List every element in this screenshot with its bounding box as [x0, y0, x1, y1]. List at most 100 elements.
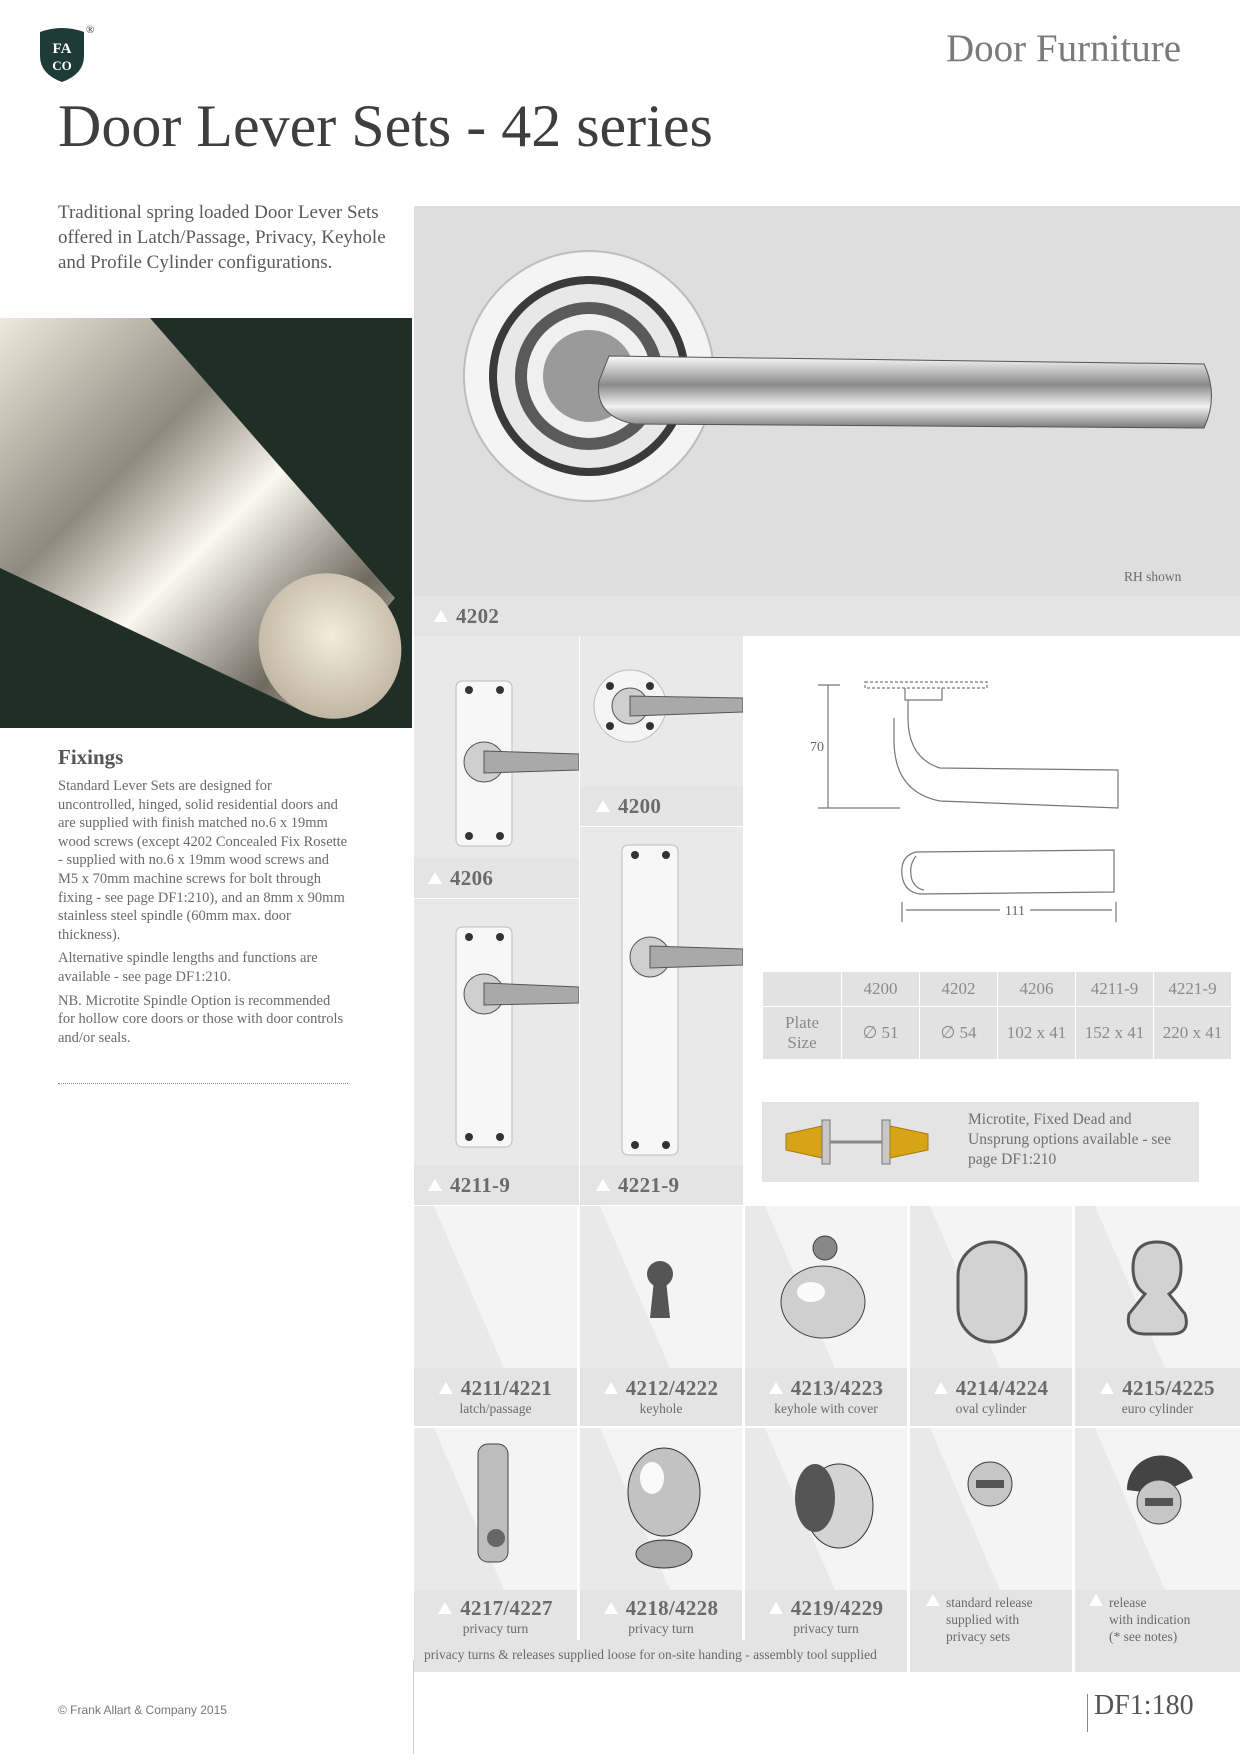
function-4217-4227: 4217/4227 privacy turn — [414, 1428, 577, 1672]
triangle-icon — [603, 1382, 618, 1394]
spec-value-4221-9: 220 x 41 — [1153, 1006, 1232, 1060]
height-dimension-label: 70 — [810, 740, 824, 755]
intro-text: Traditional spring loaded Door Lever Set… — [58, 202, 386, 273]
spec-corner-cell — [762, 971, 842, 1007]
triangle-icon — [1089, 1594, 1103, 1606]
spec-header-4202: 4202 — [919, 971, 998, 1007]
spindle-icon — [785, 1119, 929, 1165]
registered-mark: ® — [86, 24, 95, 36]
bottom-note: privacy turns & releases supplied loose … — [424, 1647, 877, 1662]
product-4221-9-image: 4221-9 — [580, 827, 743, 1205]
function-label: euro cylinder — [1121, 1401, 1194, 1416]
triangle-icon — [438, 1382, 453, 1394]
rh-shown-note: RH shown — [1124, 569, 1182, 584]
logo-line1: FA — [53, 41, 72, 57]
triangle-icon — [603, 1602, 618, 1614]
function-code: 4215/4225 — [1122, 1376, 1215, 1400]
function-4213-4223: 4213/4223 keyhole with cover — [745, 1206, 907, 1426]
fixings-body: Standard Lever Sets are designed for unc… — [58, 777, 350, 1052]
triangle-icon — [933, 1382, 948, 1394]
fixings-title: Fixings — [58, 745, 124, 769]
fixings-paragraph-2: Alternative spindle lengths and function… — [58, 950, 318, 985]
product-code-4206: 4206 — [428, 866, 493, 891]
fixings-paragraph-3: NB. Microtite Spindle Option is recommen… — [58, 992, 344, 1046]
product-4211-9-image: 4211-9 — [414, 899, 579, 1205]
microtite-text: Microtite, Fixed Dead and Unsprung optio… — [968, 1111, 1172, 1168]
function-code: 4211/4221 — [460, 1376, 553, 1400]
triangle-icon — [768, 1382, 783, 1394]
product-code-4211-9: 4211-9 — [428, 1173, 510, 1198]
triangle-icon — [438, 1602, 453, 1614]
product-4202-image — [414, 206, 1240, 596]
release-label-line2: supplied with — [946, 1612, 1020, 1627]
triangle-icon — [926, 1594, 940, 1606]
function-4214-4224: 4214/4224 oval cylinder — [910, 1206, 1072, 1426]
release-label-line1: standard release — [946, 1595, 1033, 1610]
triangle-icon — [428, 872, 442, 884]
function-label: keyhole — [639, 1401, 683, 1416]
function-code: 4218/4228 — [625, 1596, 719, 1620]
bottom-note-strip: privacy turns & releases supplied loose … — [414, 1640, 907, 1672]
release-indication-line1: release — [1109, 1595, 1147, 1610]
function-code: 4213/4223 — [790, 1376, 884, 1400]
column-rule — [413, 1660, 414, 1754]
functions-row-1: 4211/4221 latch/passage 4212/4222 keyhol… — [414, 1206, 1240, 1426]
function-label: privacy turn — [462, 1621, 529, 1636]
triangle-icon — [428, 1179, 442, 1191]
function-release-indication: release with indication (* see notes) — [1075, 1428, 1240, 1672]
function-4218-4228: 4218/4228 privacy turn — [580, 1428, 742, 1672]
triangle-icon — [768, 1602, 783, 1614]
dimension-diagram: 70 111 — [800, 670, 1130, 940]
function-code: 4219/4229 — [790, 1596, 884, 1620]
spec-header-4221-9: 4221-9 — [1153, 971, 1232, 1007]
spec-value-4211-9: 152 x 41 — [1075, 1006, 1154, 1060]
spec-value-4206: 102 x 41 — [997, 1006, 1076, 1060]
release-indication-line2: with indication — [1109, 1612, 1191, 1627]
release-indication-line3: (* see notes) — [1109, 1629, 1178, 1644]
product-4200-image: 4200 — [580, 636, 743, 826]
triangle-icon — [434, 610, 448, 622]
microtite-box: Microtite, Fixed Dead and Unsprung optio… — [762, 1102, 1199, 1182]
function-label: oval cylinder — [955, 1401, 1027, 1416]
shield-logo-icon: FA CO — [40, 28, 84, 82]
fixings-paragraph-1: Standard Lever Sets are designed for unc… — [58, 778, 348, 943]
product-code-4200: 4200 — [596, 794, 661, 819]
triangle-icon — [1100, 1382, 1115, 1394]
function-label: privacy turn — [628, 1621, 694, 1636]
triangle-icon — [596, 800, 610, 812]
spec-value-4200: ∅ 51 — [841, 1006, 920, 1060]
product-code-4202: 4202 — [434, 604, 499, 629]
product-4206-image: 4206 — [414, 636, 579, 898]
function-label: keyhole with cover — [774, 1401, 878, 1416]
function-4212-4222: 4212/4222 keyhole — [580, 1206, 742, 1426]
spec-header-4211-9: 4211-9 — [1075, 971, 1154, 1007]
width-dimension-label: 111 — [1005, 904, 1025, 919]
function-4211-4221: 4211/4221 latch/passage — [414, 1206, 577, 1426]
spec-value-4202: ∅ 54 — [919, 1006, 998, 1060]
triangle-icon — [596, 1179, 610, 1191]
function-code: 4214/4224 — [955, 1376, 1049, 1400]
brand-logo: FA CO ® — [36, 24, 94, 84]
functions-row-2: 4217/4227 privacy turn 4218/4228 privacy… — [414, 1428, 1240, 1672]
divider — [58, 1083, 348, 1084]
product-code-4221-9: 4221-9 — [596, 1173, 679, 1198]
plate-size-table: 4200 4202 4206 4211-9 4221-9 Plate Size … — [762, 971, 1232, 1060]
spec-header-4206: 4206 — [997, 971, 1076, 1007]
section-title: Door Furniture — [946, 27, 1182, 70]
function-4219-4229: 4219/4229 privacy turn — [745, 1428, 907, 1672]
page-title: Door Lever Sets - 42 series — [58, 93, 713, 159]
function-code: 4217/4227 — [460, 1596, 553, 1620]
page-number-bar — [1087, 1694, 1088, 1732]
release-label-line3: privacy sets — [946, 1629, 1011, 1644]
copyright: © Frank Allart & Company 2015 — [58, 1703, 227, 1717]
logo-line2: CO — [52, 58, 72, 73]
function-label: latch/passage — [459, 1401, 532, 1416]
function-code: 4212/4222 — [625, 1376, 719, 1400]
lever-closeup-image — [0, 318, 412, 728]
page-number: DF1:180 — [1094, 1690, 1194, 1721]
function-label: privacy turn — [793, 1621, 859, 1636]
product-4202-caption: 4202 — [414, 596, 1240, 636]
spec-row-label: Plate Size — [762, 1006, 842, 1060]
function-standard-release: standard release supplied with privacy s… — [910, 1428, 1072, 1672]
spec-header-4200: 4200 — [841, 971, 920, 1007]
